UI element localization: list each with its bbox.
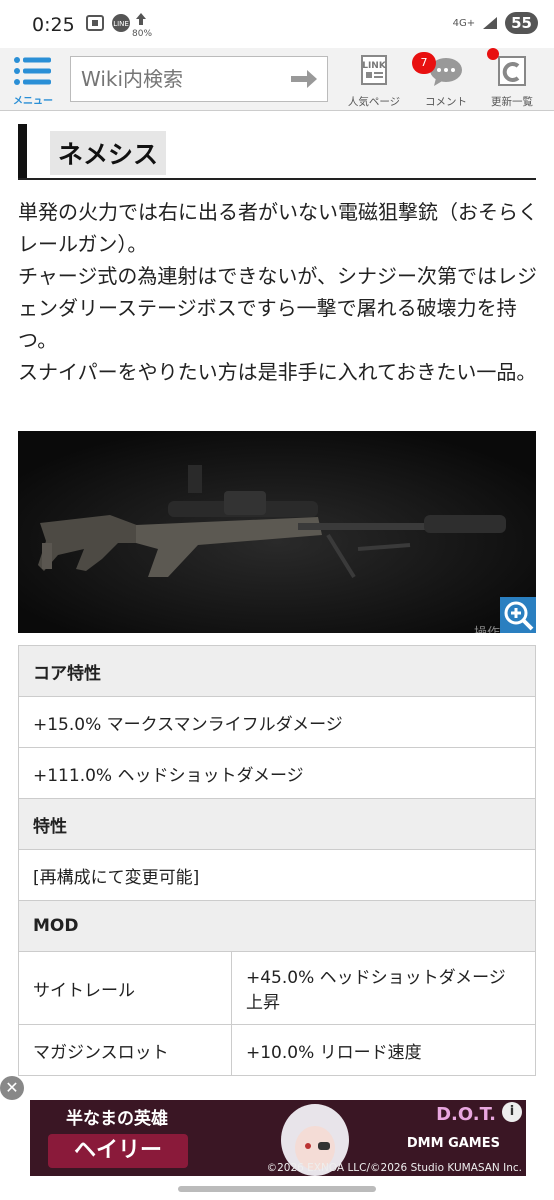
home-indicator[interactable] [178, 1186, 376, 1192]
table-row: +15.0% マークスマンライフルダメージ [18, 696, 536, 748]
table-row: [再構成にて変更可能] [18, 849, 536, 901]
ad-brand: D.O.T. [436, 1104, 496, 1125]
screenshot-icon [86, 15, 104, 31]
weapon-image[interactable]: 操作 [18, 431, 536, 633]
popular-pages-button[interactable]: LINK 人気ページ [342, 52, 406, 108]
popular-pages-label: 人気ページ [347, 96, 401, 108]
ad-info-icon[interactable]: i [502, 1102, 522, 1122]
refresh-icon [498, 56, 526, 86]
heading-bar [18, 124, 27, 178]
ad-line1: 半なまの英雄 [66, 1109, 168, 1129]
data-saver-icon [136, 13, 146, 25]
zoom-button[interactable] [500, 597, 536, 633]
spec-table: コア特性 +15.0% マークスマンライフルダメージ +111.0% ヘッドショ… [18, 645, 536, 1076]
page-title: ネメシス [50, 131, 167, 175]
data-pct: 80% [132, 29, 153, 39]
status-right: 4G+ 55 [453, 12, 538, 34]
network-type: 4G+ [452, 17, 476, 29]
mod-header: MOD [18, 900, 536, 952]
table-header-row: MOD [18, 900, 536, 952]
gesture-bar [0, 1176, 554, 1200]
search-box [70, 56, 328, 102]
comment-count-badge: 7 [412, 52, 436, 74]
core-row-2: +111.0% ヘッドショットダメージ [18, 747, 536, 799]
hamburger-icon [14, 57, 51, 85]
zoom-in-icon [504, 601, 534, 631]
paragraph-3: スナイパーをやりたい方は是非手に入れておきたい一品。 [18, 360, 537, 384]
core-row-1: +15.0% マークスマンライフルダメージ [18, 696, 536, 748]
battery-level: 55 [505, 12, 538, 34]
line-app-icon: LINE [112, 14, 130, 32]
section-heading: ネメシス [18, 124, 536, 180]
trait-header: 特性 [18, 798, 536, 850]
update-dot [487, 48, 499, 60]
svg-text:LINE: LINE [113, 20, 129, 28]
search-input[interactable] [71, 57, 291, 101]
trait-row-1: [再構成にて変更可能] [18, 849, 536, 901]
menu-label: メニュー [13, 96, 53, 107]
core-header: コア特性 [18, 645, 536, 697]
mod-effect-2: +10.0% リロード速度 [231, 1024, 536, 1076]
svg-text:LINK: LINK [362, 61, 387, 71]
ad-close-button[interactable]: ✕ [0, 1076, 24, 1100]
mod-slot-1: サイトレール [18, 951, 232, 1025]
signal-icon [483, 17, 498, 29]
recent-updates-label: 更新一覧 [491, 96, 533, 108]
arrow-right-icon[interactable] [289, 66, 319, 92]
site-header: メニュー LINK 人気ページ コメント 更新一覧 [0, 48, 554, 111]
link-icon: LINK [361, 55, 387, 85]
status-bar: 0:25 LINE 80% 4G+ 55 [0, 0, 554, 48]
recent-updates-button[interactable]: 更新一覧 [480, 52, 544, 108]
ad-line2: ヘイリー [48, 1134, 188, 1168]
ad-banner[interactable]: 半なまの英雄 ヘイリー D.O.T. DMM GAMES ©2026 EXNOA… [30, 1100, 526, 1176]
mod-effect-1: +45.0% ヘッドショットダメージ上昇 [231, 951, 536, 1025]
table-header-row: 特性 [18, 798, 536, 850]
ad-publisher: DMM GAMES [406, 1136, 500, 1151]
table-row: +111.0% ヘッドショットダメージ [18, 747, 536, 799]
paragraph-1: 単発の火力では右に出る者がいない電磁狙撃銃（おそらくレールガン）。 [18, 200, 538, 256]
table-header-row: コア特性 [18, 645, 536, 697]
comment-label: コメント [425, 96, 467, 108]
image-caption: 操作 [474, 622, 500, 633]
status-time: 0:25 [32, 14, 75, 36]
ad-copyright: ©2026 EXNOA LLC/©2026 Studio KUMASAN Inc… [266, 1162, 522, 1174]
table-row: マガジンスロット +10.0% リロード速度 [18, 1024, 536, 1076]
table-row: サイトレール +45.0% ヘッドショットダメージ上昇 [18, 951, 536, 1025]
paragraph-2: チャージ式の為連射はできないが、シナジー次第ではレジェンダリーステージボスですら… [18, 264, 537, 352]
rifle-illustration [18, 431, 536, 633]
menu-button[interactable]: メニュー [8, 56, 58, 107]
mod-slot-2: マガジンスロット [18, 1024, 232, 1076]
